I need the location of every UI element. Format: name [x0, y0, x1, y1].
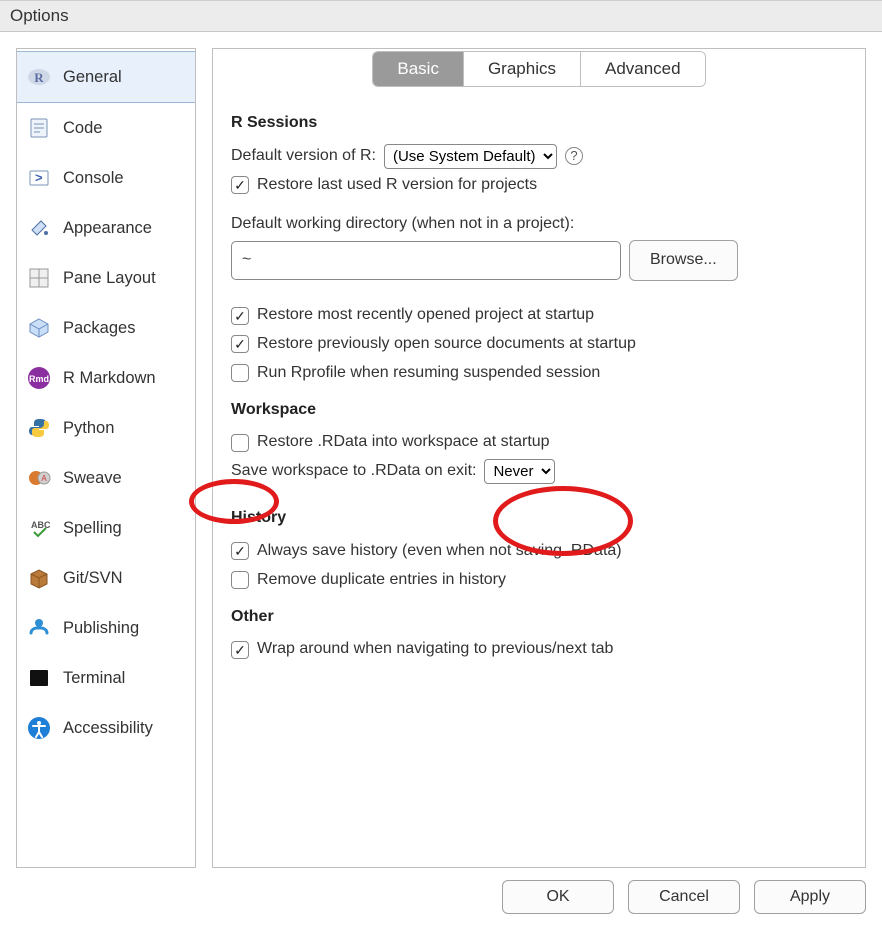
wd-field[interactable]: ~: [231, 241, 621, 280]
restore-docs-label: Restore previously open source documents…: [257, 332, 636, 357]
cancel-button[interactable]: Cancel: [628, 880, 740, 914]
sidebar-item-accessibility[interactable]: Accessibility: [17, 703, 195, 753]
sidebar-item-label: R Markdown: [63, 369, 156, 388]
restore-rdata-label: Restore .RData into workspace at startup: [257, 430, 550, 455]
paint-bucket-icon: [27, 216, 51, 240]
sidebar-item-terminal[interactable]: Terminal: [17, 653, 195, 703]
restore-project-checkbox[interactable]: [231, 307, 249, 325]
rmd-badge-icon: Rmd: [27, 366, 51, 390]
wrap-tabs-checkbox[interactable]: [231, 641, 249, 659]
abc-check-icon: ABC: [27, 516, 51, 540]
restore-r-version-label: Restore last used R version for projects: [257, 173, 537, 198]
publish-cloud-icon: [27, 616, 51, 640]
tab-advanced[interactable]: Advanced: [581, 52, 705, 86]
default-r-label: Default version of R:: [231, 144, 376, 169]
wd-label: Default working directory (when not in a…: [231, 212, 847, 237]
tab-basic[interactable]: Basic: [373, 52, 464, 86]
sidebar-item-console[interactable]: > Console: [17, 153, 195, 203]
restore-rdata-checkbox[interactable]: [231, 434, 249, 452]
code-file-icon: [27, 116, 51, 140]
svg-text:ABC: ABC: [31, 520, 51, 530]
wrap-tabs-label: Wrap around when navigating to previous/…: [257, 637, 613, 662]
tab-graphics[interactable]: Graphics: [464, 52, 581, 86]
sidebar-item-pane-layout[interactable]: Pane Layout: [17, 253, 195, 303]
svg-text:Rmd: Rmd: [29, 374, 49, 384]
svg-text:A: A: [41, 474, 47, 483]
svg-text:R: R: [34, 70, 44, 85]
sidebar-item-label: Python: [63, 419, 114, 438]
sidebar-item-code[interactable]: Code: [17, 103, 195, 153]
section-history: History: [231, 506, 847, 531]
run-rprofile-checkbox[interactable]: [231, 364, 249, 382]
remove-dup-history-label: Remove duplicate entries in history: [257, 568, 506, 593]
sidebar-item-label: Console: [63, 169, 124, 188]
browse-button[interactable]: Browse...: [629, 240, 738, 281]
section-other: Other: [231, 605, 847, 630]
sidebar-item-publishing[interactable]: Publishing: [17, 603, 195, 653]
default-r-select[interactable]: (Use System Default): [384, 144, 557, 169]
sidebar-item-label: Pane Layout: [63, 269, 156, 288]
section-r-sessions: R Sessions: [231, 111, 847, 136]
sidebar-item-label: Publishing: [63, 619, 139, 638]
sidebar-item-label: General: [63, 68, 122, 87]
sidebar-item-label: Sweave: [63, 469, 122, 488]
sidebar-item-packages[interactable]: Packages: [17, 303, 195, 353]
sidebar-item-rmarkdown[interactable]: Rmd R Markdown: [17, 353, 195, 403]
dialog-buttons: OK Cancel Apply: [0, 868, 882, 930]
svg-text:>: >: [35, 170, 43, 185]
sidebar-item-general[interactable]: R General: [17, 51, 195, 103]
sidebar-item-sweave[interactable]: A Sweave: [17, 453, 195, 503]
main-area: R General Code > Console Appearance: [0, 32, 882, 868]
apply-button[interactable]: Apply: [754, 880, 866, 914]
sidebar-item-label: Terminal: [63, 669, 125, 688]
git-box-icon: [27, 566, 51, 590]
restore-r-version-checkbox[interactable]: [231, 176, 249, 194]
accessibility-icon: [27, 716, 51, 740]
content-panel: Basic Graphics Advanced R Sessions Defau…: [212, 48, 866, 868]
prompt-icon: >: [27, 166, 51, 190]
tabs: Basic Graphics Advanced: [213, 51, 865, 87]
sweave-icon: A: [27, 466, 51, 490]
always-save-history-label: Always save history (even when not savin…: [257, 539, 622, 564]
panes-icon: [27, 266, 51, 290]
ok-button[interactable]: OK: [502, 880, 614, 914]
sidebar-item-python[interactable]: Python: [17, 403, 195, 453]
python-logo-icon: [27, 416, 51, 440]
r-logo-icon: R: [27, 65, 51, 89]
restore-project-label: Restore most recently opened project at …: [257, 303, 594, 328]
remove-dup-history-checkbox[interactable]: [231, 571, 249, 589]
sidebar-item-label: Git/SVN: [63, 569, 123, 588]
sidebar-item-appearance[interactable]: Appearance: [17, 203, 195, 253]
window-title: Options: [0, 0, 882, 32]
section-workspace: Workspace: [231, 398, 847, 423]
sidebar-item-label: Appearance: [63, 219, 152, 238]
sidebar-item-spelling[interactable]: ABC Spelling: [17, 503, 195, 553]
options-body: R Sessions Default version of R: (Use Sy…: [213, 99, 865, 684]
sidebar: R General Code > Console Appearance: [16, 48, 196, 868]
terminal-icon: [27, 666, 51, 690]
package-box-icon: [27, 316, 51, 340]
always-save-history-checkbox[interactable]: [231, 542, 249, 560]
sidebar-item-label: Spelling: [63, 519, 122, 538]
sidebar-item-git-svn[interactable]: Git/SVN: [17, 553, 195, 603]
save-workspace-label: Save workspace to .RData on exit:: [231, 459, 476, 484]
run-rprofile-label: Run Rprofile when resuming suspended ses…: [257, 361, 600, 386]
sidebar-item-label: Packages: [63, 319, 135, 338]
sidebar-item-label: Code: [63, 119, 102, 138]
sidebar-item-label: Accessibility: [63, 719, 153, 738]
restore-docs-checkbox[interactable]: [231, 335, 249, 353]
save-workspace-select[interactable]: Never: [484, 459, 555, 484]
help-icon[interactable]: ?: [565, 147, 583, 165]
